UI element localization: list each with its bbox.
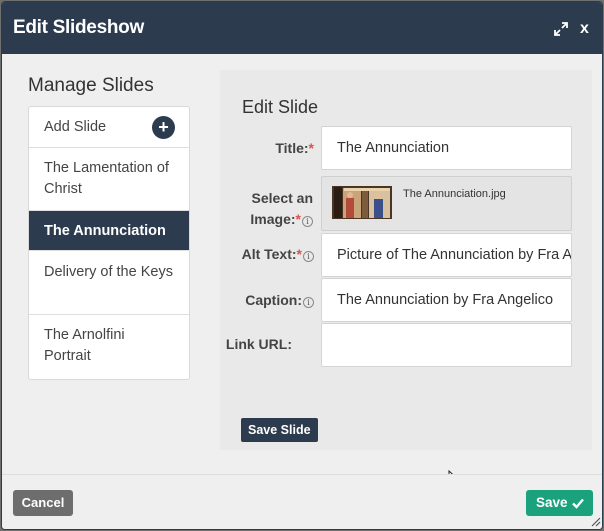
plus-icon[interactable]: + [152,116,175,139]
edit-slideshow-dialog: Edit Slideshow x Manage Slides Add Slide… [1,1,603,530]
save-button[interactable]: Save [526,490,593,516]
dialog-titlebar: Edit Slideshow x [2,2,602,54]
edit-slide-heading: Edit Slide [242,97,319,117]
edit-slide-panel: Edit Slide Title:* The Annunciation Sele… [220,70,592,450]
title-input[interactable]: The Annunciation [321,126,572,170]
link-url-input[interactable] [321,323,572,367]
caption-input[interactable]: The Annunciation by Fra Angelico [321,278,572,322]
save-button-label: Save [536,495,568,510]
save-slide-button[interactable]: Save Slide [241,418,318,442]
caption-label: Caption: i [210,290,314,310]
checkmark-icon [572,498,584,509]
cancel-button[interactable]: Cancel [13,490,73,516]
link-url-label: Link URL: [202,334,292,354]
image-label-line2: Image: [250,211,296,227]
caption-label-text: Caption: [245,292,302,308]
info-icon[interactable]: i [303,251,314,262]
slide-item-arnolfini[interactable]: The Arnolfini Portrait [29,315,189,378]
resize-grip-icon[interactable] [589,515,601,527]
image-label: Select an Image:* i [201,188,313,229]
alt-text-label: Alt Text:* i [210,244,314,264]
link-url-label-text: Link URL: [225,336,292,352]
add-slide-label: Add Slide [44,119,107,135]
image-selector[interactable]: The Annunciation.jpg [321,176,572,231]
add-slide-button[interactable]: Add Slide + [29,107,189,148]
image-filename: The Annunciation.jpg [403,188,506,200]
close-button[interactable]: x [580,20,589,38]
annunciation-thumbnail [332,186,392,219]
slide-item-annunciation[interactable]: The Annunciation [29,211,189,251]
title-label-text: Title: [275,140,309,156]
slide-list: Add Slide + The Lamentation of Christ Th… [28,106,190,380]
title-label: Title:* [224,138,314,158]
manage-slides-heading: Manage Slides [28,75,154,96]
image-label-line1: Select an [251,190,313,206]
alt-text-label-text: Alt Text: [241,246,297,262]
dialog-body: Manage Slides Add Slide + The Lamentatio… [2,54,602,491]
info-icon[interactable]: i [303,297,314,308]
required-marker: * [295,211,301,227]
slide-item-delivery-of-keys[interactable]: Delivery of the Keys [29,251,189,315]
info-icon[interactable]: i [302,216,313,227]
dialog-title: Edit Slideshow [13,17,144,38]
required-marker: * [308,140,314,156]
expand-icon[interactable] [553,21,569,37]
alt-text-input[interactable]: Picture of The Annunciation by Fra Angel… [321,233,572,277]
slide-item-lamentation[interactable]: The Lamentation of Christ [29,148,189,211]
required-marker: * [296,246,302,262]
dialog-footer: Cancel Save [2,474,602,529]
